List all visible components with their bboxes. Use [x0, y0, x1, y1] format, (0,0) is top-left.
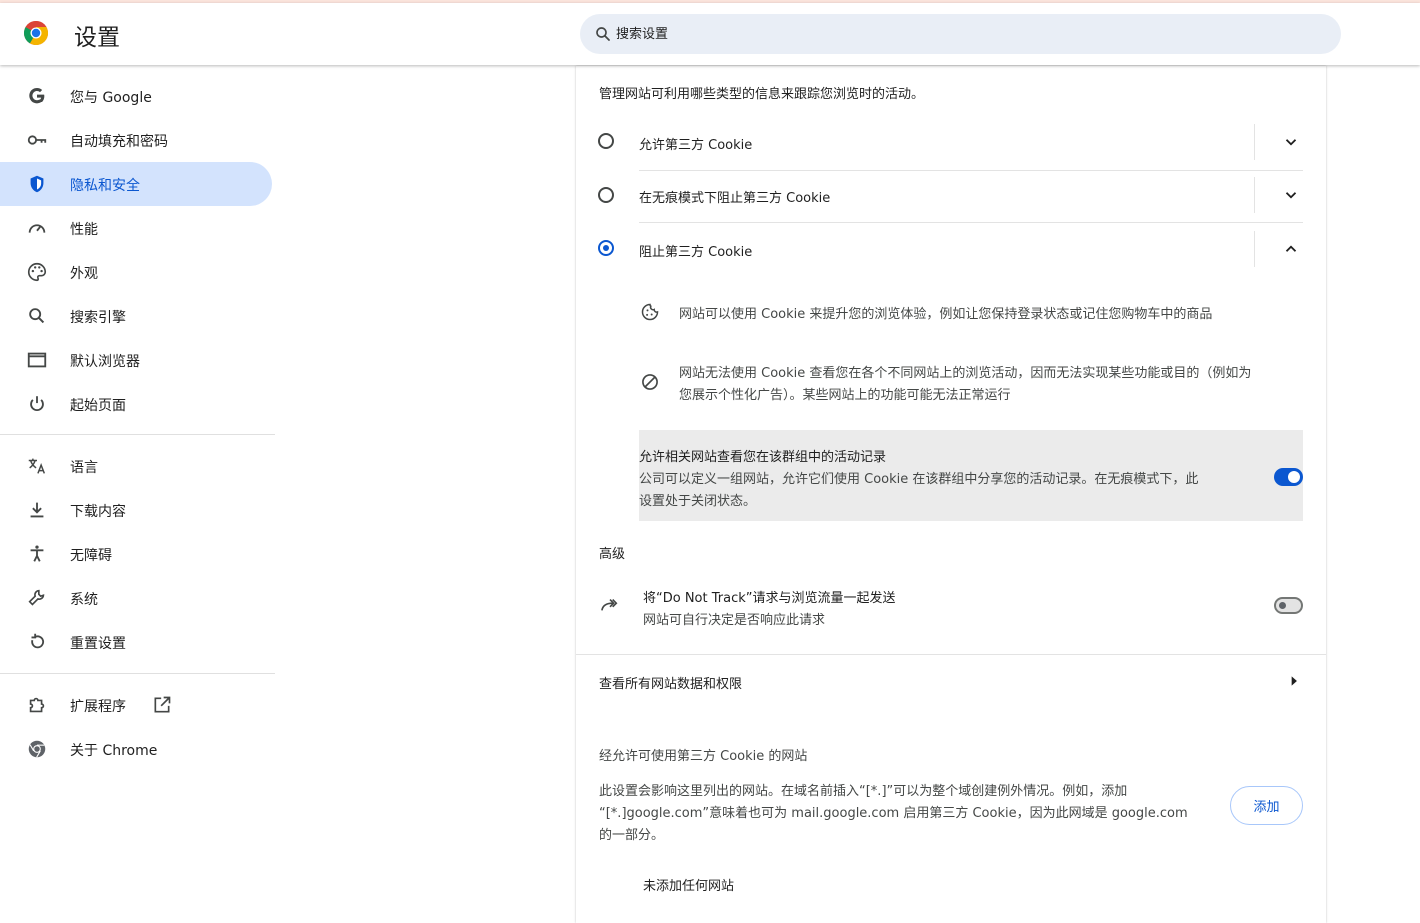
sidebar-item-accessibility[interactable]: 无障碍	[0, 532, 272, 576]
sidebar-item-label: 关于 Chrome	[70, 743, 158, 759]
sidebar-item-label: 重置设置	[70, 636, 126, 652]
key-icon	[27, 135, 47, 145]
cookie-detail-text: 网站可以使用 Cookie 来提升您的浏览体验，例如让您保持登录状态或记住您购物…	[679, 307, 1213, 322]
sidebar-item-label: 性能	[70, 222, 98, 238]
all-site-data-link-row[interactable]: 查看所有网站数据和权限	[576, 655, 1326, 707]
search-input[interactable]	[616, 14, 1316, 54]
puzzle-icon	[29, 697, 45, 713]
reset-icon	[31, 633, 45, 649]
divider	[1254, 124, 1255, 160]
block-third-party-cookies-radio[interactable]	[598, 240, 614, 256]
google-g-icon	[29, 88, 45, 104]
sidebar-item-privacy[interactable]: 隐私和安全	[0, 162, 272, 206]
sidebar-item-label: 起始页面	[70, 398, 126, 414]
sidebar-item-performance[interactable]: 性能	[0, 206, 272, 250]
wrench-icon	[28, 589, 45, 606]
divider	[1254, 231, 1255, 267]
divider	[639, 222, 1303, 223]
sidebar-item-label: 隐私和安全	[70, 178, 140, 194]
search-icon	[29, 308, 45, 324]
dnt-toggle[interactable]	[1274, 597, 1303, 614]
related-sites-desc-line2: 设置处于关闭状态。	[639, 494, 757, 509]
sidebar-item-downloads[interactable]: 下载内容	[0, 488, 272, 532]
header: 设置	[0, 3, 1420, 65]
page-title: 设置	[74, 25, 120, 51]
block-detail-text-line1: 网站无法使用 Cookie 查看您在各个不同网站上的浏览活动，因而无法实现某些功…	[679, 366, 1252, 381]
sidebar-item-autofill[interactable]: 自动填充和密码	[0, 118, 272, 162]
sidebar-divider	[0, 673, 275, 674]
open-in-new-icon	[154, 696, 171, 713]
search-icon	[596, 27, 610, 41]
sidebar-item-reset[interactable]: 重置设置	[0, 620, 272, 664]
block-icon	[642, 374, 658, 390]
sidebar: 您与 Google 自动填充和密码 隐私和安全 性能 外观 搜索引擎 默认浏览器…	[0, 66, 275, 923]
sidebar-item-appearance[interactable]: 外观	[0, 250, 272, 294]
allowed-sites-desc-line1: 此设置会影响这里列出的网站。在域名前插入“[*.]”可以为整个域创建例外情况。例…	[599, 784, 1128, 799]
chevron-down-icon[interactable]	[1282, 186, 1300, 204]
sidebar-item-label: 自动填充和密码	[70, 134, 168, 150]
related-sites-title: 允许相关网站查看您在该群组中的活动记录	[639, 450, 887, 465]
add-site-button[interactable]: 添加	[1230, 786, 1303, 825]
divider	[639, 170, 1303, 171]
dnt-title: 将“Do Not Track”请求与浏览流量一起发送	[643, 591, 896, 606]
cookie-intro-text: 管理网站可利用哪些类型的信息来跟踪您浏览时的活动。	[599, 87, 925, 102]
sidebar-divider	[0, 434, 275, 435]
browser-window-icon	[27, 352, 47, 368]
sidebar-item-label: 您与 Google	[70, 90, 152, 106]
option-label: 允许第三方 Cookie	[639, 138, 753, 153]
chrome-logo-icon	[24, 21, 48, 45]
sidebar-item-about-chrome[interactable]: 关于 Chrome	[0, 727, 272, 771]
shield-icon	[30, 175, 44, 193]
accessibility-icon	[30, 545, 44, 562]
all-site-data-link[interactable]: 查看所有网站数据和权限	[599, 673, 742, 692]
sidebar-item-search-engine[interactable]: 搜索引擎	[0, 294, 272, 338]
allow-third-party-cookies-radio[interactable]	[598, 133, 614, 149]
chevron-down-icon[interactable]	[1282, 133, 1300, 151]
block-detail-text-line2: 您展示个性化广告）。某些网站上的功能可能无法正常运行	[679, 388, 1011, 403]
allowed-sites-desc-line3: 的一部分。	[599, 828, 665, 843]
privacy-content-card: 管理网站可利用哪些类型的信息来跟踪您浏览时的活动。 允许第三方 Cookie 在…	[576, 66, 1326, 923]
translate-icon	[28, 458, 46, 474]
dnt-desc: 网站可自行决定是否响应此请求	[643, 613, 826, 628]
chevron-up-icon[interactable]	[1282, 240, 1300, 258]
sidebar-item-on-startup[interactable]: 起始页面	[0, 382, 272, 426]
sidebar-item-extensions[interactable]: 扩展程序	[0, 683, 272, 727]
chrome-icon	[28, 740, 46, 758]
option-label: 阻止第三方 Cookie	[639, 245, 753, 260]
sidebar-item-label: 系统	[70, 592, 98, 608]
download-icon	[30, 502, 44, 518]
no-sites-text: 未添加任何网站	[643, 879, 735, 894]
sidebar-item-label: 无障碍	[70, 548, 112, 564]
sidebar-item-label: 外观	[70, 266, 98, 282]
allowed-sites-title: 经允许可使用第三方 Cookie 的网站	[599, 749, 808, 764]
search-box[interactable]	[580, 14, 1341, 54]
power-icon	[30, 396, 44, 412]
do-not-track-icon	[601, 599, 618, 611]
sidebar-item-label: 扩展程序	[70, 699, 126, 715]
palette-icon	[28, 262, 47, 282]
allowed-sites-desc-line2: “[*.]google.com”意味着也可为 mail.google.com 启…	[599, 806, 1188, 821]
related-sites-desc-line1: 公司可以定义一组网站，允许它们使用 Cookie 在该群组中分享您的活动记录。在…	[639, 472, 1199, 487]
cookie-icon	[641, 303, 659, 321]
arrow-right-icon	[1291, 676, 1297, 686]
sidebar-item-default-browser[interactable]: 默认浏览器	[0, 338, 272, 382]
option-label: 在无痕模式下阻止第三方 Cookie	[639, 191, 831, 206]
sidebar-item-system[interactable]: 系统	[0, 576, 272, 620]
sidebar-item-label: 默认浏览器	[70, 354, 140, 370]
advanced-heading: 高级	[599, 547, 626, 562]
speedometer-icon	[28, 224, 46, 233]
sidebar-item-you-and-google[interactable]: 您与 Google	[0, 74, 272, 118]
sidebar-item-languages[interactable]: 语言	[0, 444, 272, 488]
related-sites-toggle[interactable]	[1274, 468, 1303, 486]
sidebar-item-label: 搜索引擎	[70, 310, 126, 326]
sidebar-item-label: 下载内容	[70, 504, 126, 520]
divider	[1254, 177, 1255, 213]
sidebar-item-label: 语言	[70, 460, 98, 476]
block-incognito-cookies-radio[interactable]	[598, 187, 614, 203]
